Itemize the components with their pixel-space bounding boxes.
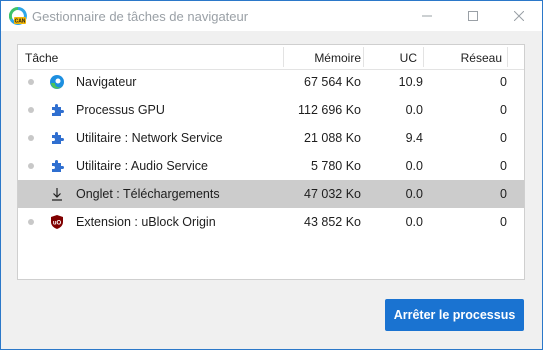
- task-name: Utilitaire : Network Service: [76, 131, 223, 145]
- cpu-value: 10.9: [398, 75, 423, 89]
- network-value: 0: [500, 215, 507, 229]
- network-value: 0: [500, 75, 507, 89]
- edge-browser-icon: [50, 75, 64, 89]
- table-row-selected[interactable]: Onglet : Téléchargements 47 032 Ko 0.0 0: [18, 180, 524, 208]
- table-row[interactable]: Utilitaire : Audio Service 5 780 Ko 0.0 …: [18, 152, 524, 180]
- title-bar[interactable]: CAN Gestionnaire de tâches de navigateur: [1, 1, 542, 31]
- task-name: Navigateur: [76, 75, 137, 89]
- task-manager-window: CAN Gestionnaire de tâches de navigateur…: [0, 0, 543, 350]
- table-row[interactable]: uO Extension : uBlock Origin 43 852 Ko 0…: [18, 208, 524, 236]
- status-dot: [28, 107, 34, 113]
- puzzle-icon: [52, 104, 64, 116]
- column-divider[interactable]: [507, 47, 508, 67]
- puzzle-icon: [52, 132, 64, 144]
- puzzle-icon: [52, 160, 64, 172]
- cpu-value: 0.0: [405, 103, 423, 117]
- network-value: 0: [500, 103, 507, 117]
- app-icon: CAN: [9, 7, 27, 25]
- status-dot: [28, 135, 34, 141]
- network-value: 0: [500, 131, 507, 145]
- column-network[interactable]: Réseau: [461, 51, 502, 65]
- network-value: 0: [500, 187, 507, 201]
- minimize-icon: [422, 15, 432, 17]
- table-row[interactable]: Navigateur 67 564 Ko 10.9 0: [18, 68, 524, 96]
- memory-value: 21 088 Ko: [304, 131, 361, 145]
- status-dot: [28, 79, 34, 85]
- task-name: Onglet : Téléchargements: [76, 187, 220, 201]
- minimize-button[interactable]: [404, 1, 450, 31]
- memory-value: 47 032 Ko: [304, 187, 361, 201]
- close-button[interactable]: [496, 1, 542, 31]
- maximize-icon: [468, 11, 478, 21]
- close-icon: [514, 11, 524, 21]
- maximize-button[interactable]: [450, 1, 496, 31]
- ublock-origin-icon: uO: [51, 215, 63, 229]
- cpu-value: 0.0: [405, 159, 423, 173]
- cpu-value: 0.0: [405, 215, 423, 229]
- column-divider[interactable]: [283, 47, 284, 67]
- svg-text:uO: uO: [53, 221, 62, 227]
- memory-value: 112 696 Ko: [297, 103, 361, 117]
- column-divider[interactable]: [363, 47, 364, 67]
- end-process-button[interactable]: Arrêter le processus: [385, 299, 524, 331]
- cpu-value: 9.4: [405, 131, 423, 145]
- download-icon: [52, 188, 62, 201]
- memory-value: 5 780 Ko: [310, 159, 361, 173]
- table-row[interactable]: Processus GPU 112 696 Ko 0.0 0: [18, 96, 524, 124]
- network-value: 0: [500, 159, 507, 173]
- status-dot: [28, 163, 34, 169]
- cpu-value: 0.0: [405, 187, 423, 201]
- task-name: Processus GPU: [76, 103, 165, 117]
- table-header: Tâche Mémoire UC Réseau: [18, 45, 524, 70]
- memory-value: 67 564 Ko: [304, 75, 361, 89]
- task-name: Extension : uBlock Origin: [76, 215, 216, 229]
- memory-value: 43 852 Ko: [304, 215, 361, 229]
- column-cpu[interactable]: UC: [400, 51, 417, 65]
- table-row[interactable]: Utilitaire : Network Service 21 088 Ko 9…: [18, 124, 524, 152]
- task-list[interactable]: Tâche Mémoire UC Réseau Navigateur 67 56…: [17, 44, 525, 280]
- status-dot: [28, 219, 34, 225]
- column-divider[interactable]: [423, 47, 424, 67]
- window-title: Gestionnaire de tâches de navigateur: [32, 9, 249, 24]
- column-task[interactable]: Tâche: [25, 51, 58, 65]
- task-name: Utilitaire : Audio Service: [76, 159, 209, 173]
- column-memory[interactable]: Mémoire: [314, 51, 361, 65]
- svg-text:CAN: CAN: [15, 19, 26, 25]
